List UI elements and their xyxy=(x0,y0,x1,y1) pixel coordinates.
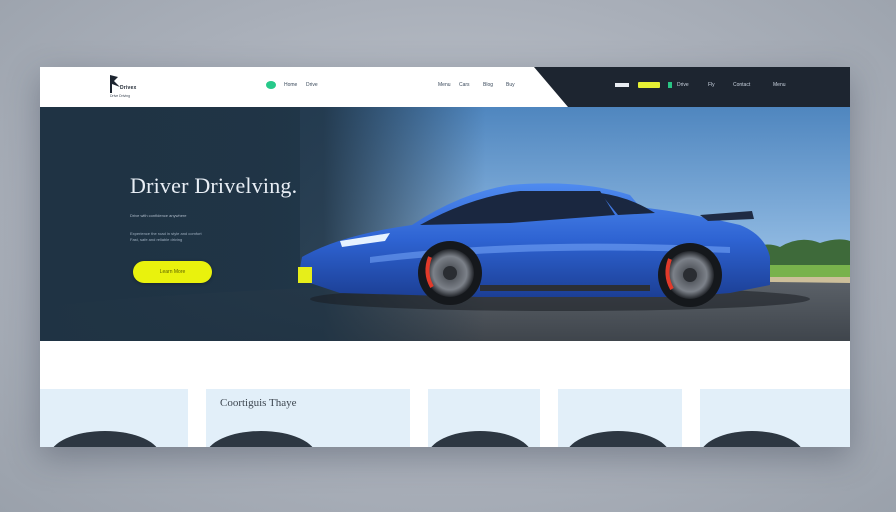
feature-cards: Coortiguis Thaye xyxy=(40,389,850,447)
hero-car-image xyxy=(40,107,850,341)
logo-text: Drivex xyxy=(120,85,137,91)
logo-subtext: Drive Driving xyxy=(110,94,131,98)
nav-link-buy[interactable]: Buy xyxy=(506,82,515,88)
hero-description-line-1: Experience the road in style and comfort xyxy=(130,231,202,236)
site-header: Drivex Drive Driving Home Drive Menu Car… xyxy=(40,67,850,107)
nav-status-dot xyxy=(266,81,276,89)
hero-banner: Driver Drivelving. Drive with confidence… xyxy=(40,107,850,341)
feature-card[interactable] xyxy=(558,389,682,447)
nav-link-home[interactable]: Home xyxy=(284,82,297,88)
header-badge[interactable] xyxy=(615,83,629,87)
card-image xyxy=(50,431,160,447)
hero-subtitle: Drive with confidence anywhere xyxy=(130,213,187,218)
nav-link-menu[interactable]: Menu xyxy=(438,82,451,88)
feature-card[interactable] xyxy=(40,389,188,447)
feature-card[interactable] xyxy=(428,389,540,447)
feature-card[interactable] xyxy=(700,389,850,447)
browser-page: Drivex Drive Driving Home Drive Menu Car… xyxy=(40,67,850,447)
nav-link-menu-right[interactable]: Menu xyxy=(773,82,786,88)
card-image xyxy=(206,431,316,447)
nav-link-drive-right[interactable]: Drive xyxy=(677,82,689,88)
card-title: Coortiguis Thaye xyxy=(220,397,297,409)
card-image xyxy=(700,431,804,447)
feature-card[interactable]: Coortiguis Thaye xyxy=(206,389,410,447)
nav-link-contact[interactable]: Contact xyxy=(733,82,750,88)
card-image xyxy=(428,431,532,447)
card-image xyxy=(566,431,670,447)
hero-description-line-2: Fast, safe and reliable driving xyxy=(130,237,183,242)
hero-cta-button[interactable]: Learn More xyxy=(133,261,212,283)
header-dark-panel xyxy=(534,67,850,107)
hero-title: Driver Drivelving. xyxy=(130,173,298,198)
nav-link-fly[interactable]: Fly xyxy=(708,82,715,88)
nav-link-cars[interactable]: Cars xyxy=(459,82,470,88)
nav-link-blog[interactable]: Blog xyxy=(483,82,493,88)
header-highlight-button[interactable] xyxy=(638,82,660,88)
header-green-indicator xyxy=(668,82,672,88)
nav-link-drive[interactable]: Drive xyxy=(306,82,318,88)
